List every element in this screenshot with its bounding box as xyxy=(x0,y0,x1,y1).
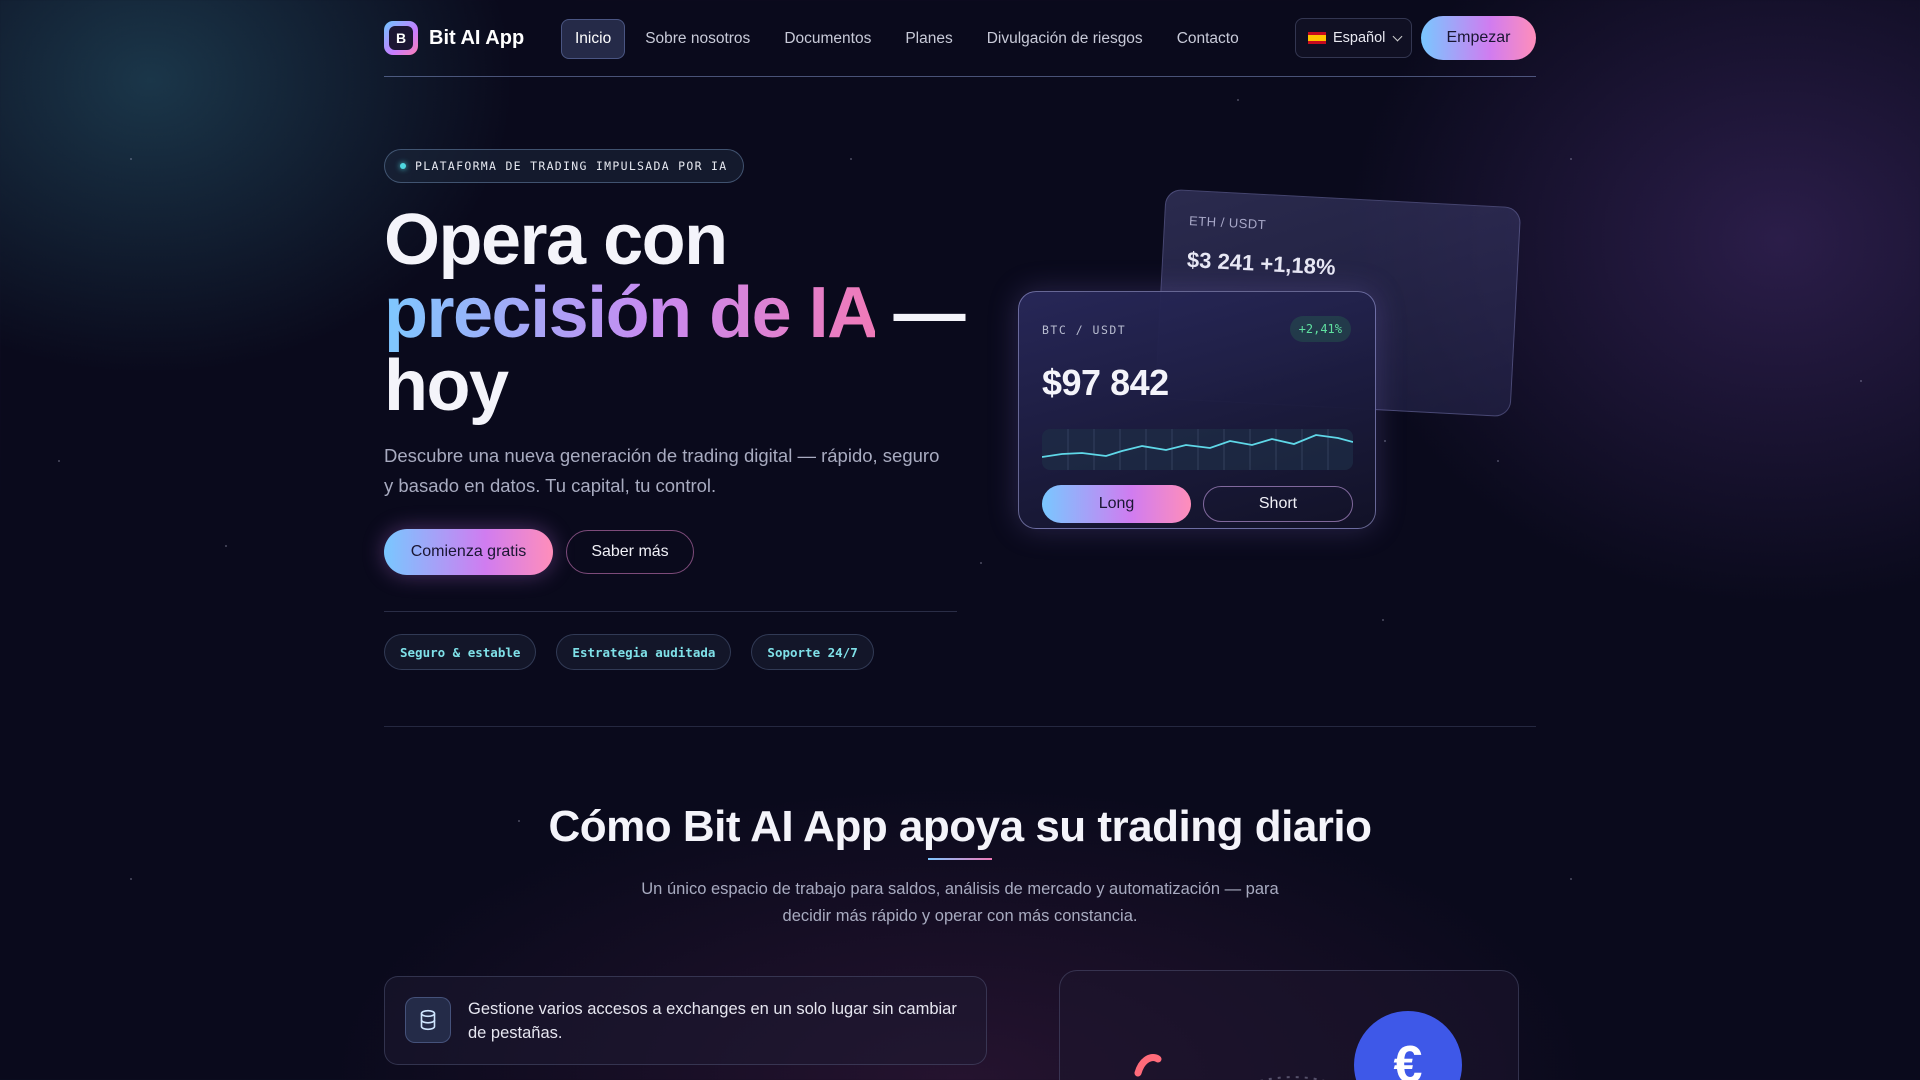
btc-price-card: BTC / USDT +2,41% $97 842 Long Short xyxy=(1018,291,1376,529)
spain-flag-icon xyxy=(1308,32,1326,44)
chip-audited: Estrategia auditada xyxy=(556,634,732,670)
title-underline xyxy=(928,858,992,860)
chevron-down-icon xyxy=(1392,31,1403,41)
hero-title: Opera con precisión de IA — hoy xyxy=(384,204,965,426)
language-selector[interactable]: Español xyxy=(1295,18,1412,58)
section-divider xyxy=(384,726,1536,727)
hero-title-dash: — xyxy=(874,273,965,353)
brand-badge: B xyxy=(384,21,418,55)
start-free-button[interactable]: Comienza gratis xyxy=(384,529,553,575)
brand-logo[interactable]: B Bit AI App xyxy=(384,21,524,55)
hero-title-line3: hoy xyxy=(384,346,509,426)
btc-sparkline xyxy=(1042,429,1353,470)
short-button[interactable]: Short xyxy=(1203,486,1353,522)
nav-item-divulgacion-riesgos[interactable]: Divulgación de riesgos xyxy=(973,19,1157,59)
language-label: Español xyxy=(1333,30,1386,46)
feature-description: Gestione varios accesos a exchanges en u… xyxy=(468,1000,957,1042)
chip-support: Soporte 24/7 xyxy=(751,634,874,670)
eth-price-row: $3 241 +1,18% xyxy=(1186,247,1336,281)
long-button[interactable]: Long xyxy=(1042,485,1191,523)
hero-tag: PLATAFORMA DE TRADING IMPULSADA POR IA xyxy=(384,149,744,183)
nav-item-documentos[interactable]: Documentos xyxy=(770,19,885,59)
status-dot-icon xyxy=(400,163,406,169)
nav-item-sobre-nosotros[interactable]: Sobre nosotros xyxy=(631,19,764,59)
hero-divider xyxy=(384,611,957,612)
btc-pair-label: BTC / USDT xyxy=(1042,323,1127,337)
eth-change: +1,18% xyxy=(1259,250,1337,280)
brand-initial: B xyxy=(389,26,413,50)
eth-price: $3 241 xyxy=(1186,247,1255,276)
nav-item-inicio[interactable]: Inicio xyxy=(561,19,626,59)
learn-more-button[interactable]: Saber más xyxy=(566,530,694,574)
section-title: Cómo Bit AI App apoya su trading diario xyxy=(548,802,1372,851)
chip-secure: Seguro & estable xyxy=(384,634,537,670)
section-subtitle: Un único espacio de trabajo para saldos,… xyxy=(641,880,1279,925)
hero-title-line1: Opera con xyxy=(384,200,728,280)
nav-item-planes[interactable]: Planes xyxy=(891,19,966,59)
eth-pair-label: ETH / USDT xyxy=(1188,213,1267,233)
feature-card: Gestione varios accesos a exchanges en u… xyxy=(384,976,987,1065)
illustration-panel: € xyxy=(1059,970,1519,1080)
database-icon xyxy=(405,997,451,1043)
euro-symbol: € xyxy=(1393,1036,1423,1080)
hero-description: Descubre una nueva generación de trading… xyxy=(384,445,940,496)
top-navbar: B Bit AI App Inicio Sobre nosotros Docum… xyxy=(384,0,1536,77)
sparkline-chart xyxy=(1042,429,1353,470)
main-menu: Inicio Sobre nosotros Documentos Planes … xyxy=(561,19,1253,59)
start-button[interactable]: Empezar xyxy=(1421,16,1536,60)
btc-change-badge: +2,41% xyxy=(1289,316,1351,342)
btc-price: $97 842 xyxy=(1042,362,1169,403)
brand-name: Bit AI App xyxy=(429,26,525,49)
hero-tag-text: PLATAFORMA DE TRADING IMPULSADA POR IA xyxy=(415,159,728,173)
hero-title-highlight: precisión de IA xyxy=(384,273,876,353)
nav-item-contacto[interactable]: Contacto xyxy=(1163,19,1253,59)
hero-chips: Seguro & estable Estrategia auditada Sop… xyxy=(384,634,874,670)
